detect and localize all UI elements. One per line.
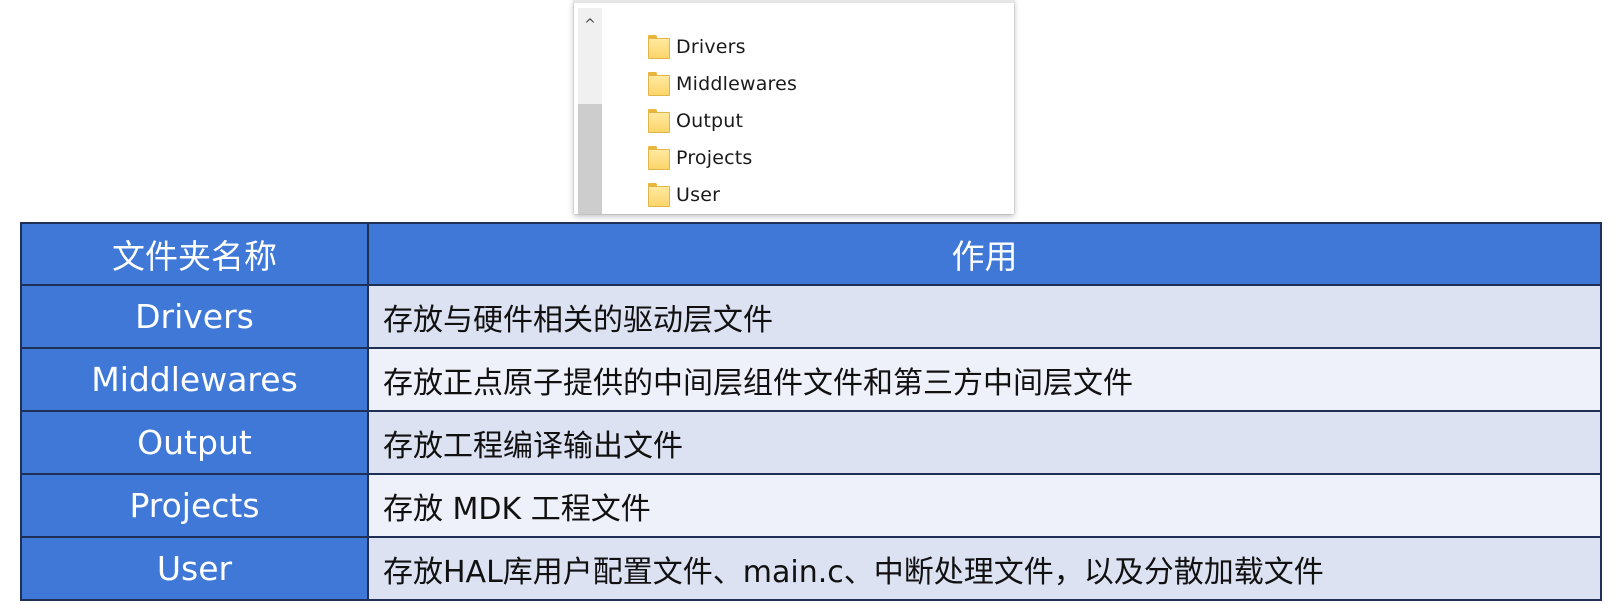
folder-item-projects[interactable]: Projects	[648, 139, 797, 176]
table-header-row: 文件夹名称 作用	[20, 222, 1602, 286]
folder-icon	[648, 71, 670, 96]
panel-top-border	[574, 0, 1014, 3]
table-row: Output 存放工程编译输出文件	[20, 410, 1602, 475]
row-folder-name: Output	[20, 410, 369, 475]
header-purpose: 作用	[367, 222, 1602, 286]
chevron-up-icon[interactable]: ^	[578, 12, 602, 38]
folder-item-output[interactable]: Output	[648, 102, 797, 139]
file-explorer-panel: ^ Drivers Middlewares Output Projects Us…	[574, 0, 1014, 214]
row-description: 存放 MDK 工程文件	[367, 473, 1602, 538]
scrollbar-thumb[interactable]	[578, 104, 602, 214]
folder-list: Drivers Middlewares Output Projects User	[648, 28, 797, 213]
row-folder-name: Drivers	[20, 284, 369, 349]
folder-icon	[648, 182, 670, 207]
folder-name: Middlewares	[676, 72, 798, 95]
table-row: Drivers 存放与硬件相关的驱动层文件	[20, 284, 1602, 349]
table-row: Middlewares 存放正点原子提供的中间层组件文件和第三方中间层文件	[20, 347, 1602, 412]
folder-icon	[648, 34, 670, 59]
folder-icon	[648, 145, 670, 170]
row-description: 存放与硬件相关的驱动层文件	[367, 284, 1602, 349]
row-folder-name: Projects	[20, 473, 369, 538]
header-folder-name: 文件夹名称	[20, 222, 369, 286]
row-description: 存放工程编译输出文件	[367, 410, 1602, 475]
folder-name: Output	[676, 109, 744, 132]
table-row: User 存放HAL库用户配置文件、main.c、中断处理文件，以及分散加载文件	[20, 536, 1602, 601]
row-folder-name: Middlewares	[20, 347, 369, 412]
folder-icon	[648, 108, 670, 133]
folder-name: Projects	[676, 146, 753, 169]
folder-name: User	[676, 183, 721, 206]
slide-canvas: ^ Drivers Middlewares Output Projects Us…	[0, 0, 1616, 604]
folder-name: Drivers	[676, 35, 746, 58]
row-description: 存放HAL库用户配置文件、main.c、中断处理文件，以及分散加载文件	[367, 536, 1602, 601]
folder-item-user[interactable]: User	[648, 176, 797, 213]
folder-item-middlewares[interactable]: Middlewares	[648, 65, 797, 102]
folder-description-table: 文件夹名称 作用 Drivers 存放与硬件相关的驱动层文件 Middlewar…	[20, 222, 1602, 601]
table-row: Projects 存放 MDK 工程文件	[20, 473, 1602, 538]
row-description: 存放正点原子提供的中间层组件文件和第三方中间层文件	[367, 347, 1602, 412]
row-folder-name: User	[20, 536, 369, 601]
folder-item-drivers[interactable]: Drivers	[648, 28, 797, 65]
